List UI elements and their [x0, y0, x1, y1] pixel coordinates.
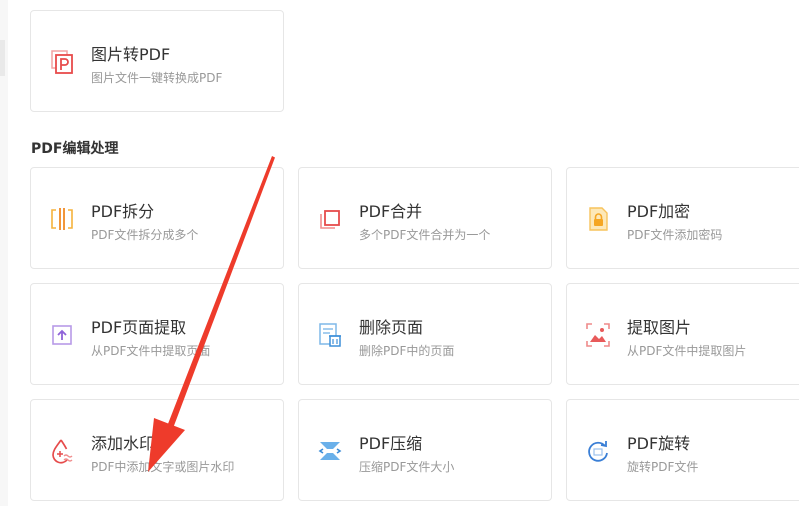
- card-title: PDF加密: [627, 202, 691, 221]
- extract-page-icon: [48, 321, 76, 349]
- tool-card-pdf-encrypt[interactable]: PDF加密 PDF文件添加密码: [566, 167, 799, 269]
- tool-card-pdf-page-extract[interactable]: PDF页面提取 从PDF文件中提取页面: [30, 283, 284, 385]
- card-description: 多个PDF文件合并为一个: [359, 228, 491, 242]
- watermark-icon: [48, 437, 76, 465]
- tool-card-pdf-merge[interactable]: PDF合并 多个PDF文件合并为一个: [298, 167, 552, 269]
- rotate-icon: [584, 437, 612, 465]
- card-description: 压缩PDF文件大小: [359, 460, 455, 474]
- card-description: 图片文件一键转换成PDF: [91, 71, 223, 85]
- card-description: 从PDF文件中提取页面: [91, 344, 211, 358]
- compress-icon: [316, 437, 344, 465]
- image-to-pdf-icon: [48, 48, 76, 76]
- card-title: PDF压缩: [359, 434, 423, 453]
- card-description: 从PDF文件中提取图片: [627, 344, 747, 358]
- card-title: PDF合并: [359, 202, 423, 221]
- card-title: 图片转PDF: [91, 45, 171, 64]
- tool-card-pdf-compress[interactable]: PDF压缩 压缩PDF文件大小: [298, 399, 552, 501]
- delete-page-icon: [316, 321, 344, 349]
- tool-card-pdf-rotate[interactable]: PDF旋转 旋转PDF文件: [566, 399, 799, 501]
- tool-card-add-watermark[interactable]: 添加水印 PDF中添加文字或图片水印: [30, 399, 284, 501]
- card-title: PDF旋转: [627, 434, 691, 453]
- extract-image-icon: [584, 321, 612, 349]
- card-title: 提取图片: [627, 318, 692, 337]
- tool-card-extract-image[interactable]: 提取图片 从PDF文件中提取图片: [566, 283, 799, 385]
- left-sidebar-edge: [0, 0, 8, 506]
- card-description: 旋转PDF文件: [627, 460, 699, 474]
- section-title: PDF编辑处理: [31, 141, 119, 157]
- merge-icon: [316, 205, 344, 233]
- card-title: 添加水印: [91, 434, 156, 453]
- lock-icon: [584, 205, 612, 233]
- card-description: PDF文件添加密码: [627, 228, 723, 242]
- card-description: PDF文件拆分成多个: [91, 228, 199, 242]
- card-description: PDF中添加文字或图片水印: [91, 460, 235, 474]
- split-icon: [48, 205, 76, 233]
- tool-card-image-to-pdf[interactable]: 图片转PDF 图片文件一键转换成PDF: [30, 10, 284, 112]
- tool-card-pdf-split[interactable]: PDF拆分 PDF文件拆分成多个: [30, 167, 284, 269]
- card-title: PDF拆分: [91, 202, 155, 221]
- tool-card-delete-page[interactable]: 删除页面 删除PDF中的页面: [298, 283, 552, 385]
- sidebar-active-indicator: [0, 40, 5, 76]
- card-title: PDF页面提取: [91, 318, 187, 337]
- card-title: 删除页面: [359, 318, 424, 337]
- card-description: 删除PDF中的页面: [359, 344, 455, 358]
